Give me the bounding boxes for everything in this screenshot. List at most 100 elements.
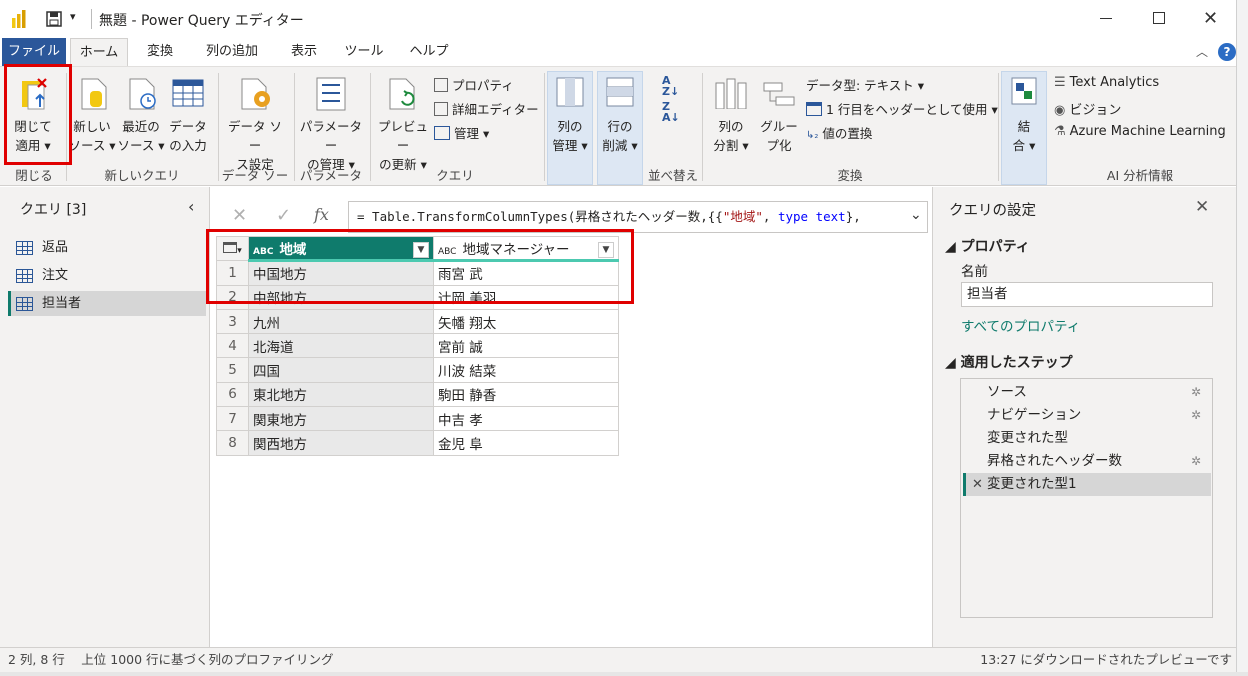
enter-data-label-1: データ xyxy=(169,119,207,134)
manage-parameters-label-1: パラメーター xyxy=(299,119,363,153)
cell-manager[interactable]: 川波 結菜 xyxy=(433,357,619,383)
tab-home[interactable]: ホーム xyxy=(70,38,128,66)
table-row: 5 四国 川波 結菜 xyxy=(216,357,619,383)
cell-manager[interactable]: 金児 阜 xyxy=(433,430,619,456)
enter-data-button[interactable]: データ の入力 xyxy=(166,117,210,155)
close-window-icon[interactable]: ✕ xyxy=(1203,8,1218,29)
delete-step-icon[interactable]: ✕ xyxy=(972,473,983,496)
group-by-label-1: グルー xyxy=(760,119,798,134)
query-name-input[interactable]: 担当者 xyxy=(961,282,1213,307)
tab-transform[interactable]: 変換 xyxy=(136,38,184,66)
group-new-query: 新しいクエリ xyxy=(104,168,180,183)
cell-region[interactable]: 関東地方 xyxy=(248,406,434,432)
quick-access-dropdown-icon[interactable]: ▾ xyxy=(70,10,76,23)
ribbon-divider xyxy=(702,73,703,181)
row-number: 7 xyxy=(216,406,249,432)
formula-text-keyword: type text xyxy=(777,209,846,224)
combine-button[interactable]: 結 合 ▾ xyxy=(1001,117,1047,155)
close-settings-icon[interactable]: ✕ xyxy=(1195,197,1209,217)
query-item-returns[interactable]: 返品 xyxy=(8,235,206,260)
tab-add-column[interactable]: 列の追加 xyxy=(196,38,268,66)
azure-ml-flask-icon: ⚗ xyxy=(1054,124,1066,139)
manage-button[interactable]: 管理 ▾ xyxy=(434,123,489,142)
save-icon[interactable] xyxy=(46,11,62,31)
step-changed-type-1[interactable]: ✕ 変更された型1 xyxy=(963,473,1211,496)
cell-region[interactable]: 四国 xyxy=(248,357,434,383)
group-transform: 変換 xyxy=(837,168,863,183)
expand-formula-icon[interactable]: ⌄ xyxy=(910,207,922,223)
cell-manager[interactable]: 矢幡 翔太 xyxy=(433,308,619,335)
collapse-queries-icon[interactable]: ‹ xyxy=(188,197,194,216)
table-icon xyxy=(16,269,33,283)
step-promoted-headers[interactable]: 昇格されたヘッダー数 ✲ xyxy=(963,450,1211,473)
background-window-edge-bottom xyxy=(0,672,1248,676)
table-row: 4 北海道 宮前 誠 xyxy=(216,333,619,359)
table-icon xyxy=(16,297,33,311)
query-item-orders[interactable]: 注文 xyxy=(8,263,206,288)
commit-formula-icon[interactable]: ✓ xyxy=(276,205,291,226)
replace-values-button[interactable]: ↳₂ 値の置換 xyxy=(806,123,872,142)
sort-descending-icon[interactable]: Z A↓ xyxy=(662,101,680,123)
row-number: 4 xyxy=(216,333,249,359)
cell-manager[interactable]: 宮前 誠 xyxy=(433,333,619,359)
vision-button[interactable]: ◉ ビジョン xyxy=(1054,99,1121,118)
applied-steps-header[interactable]: ◢ 適用したステップ xyxy=(945,352,1073,372)
gear-icon[interactable]: ✲ xyxy=(1191,404,1201,427)
help-icon[interactable]: ? xyxy=(1218,43,1236,61)
ribbon-divider xyxy=(998,73,999,181)
azure-ml-button[interactable]: ⚗ Azure Machine Learning xyxy=(1054,124,1226,139)
cell-region[interactable]: 東北地方 xyxy=(248,381,434,408)
group-close: 閉じる xyxy=(15,168,53,183)
manage-columns-label-1: 列の xyxy=(557,119,583,134)
refresh-preview-label-1: プレビュー xyxy=(377,119,428,153)
step-changed-type[interactable]: 変更された型 xyxy=(963,427,1211,450)
ribbon: 閉じて 適用 ▾ 閉じる 新しい ソース ▾ 最近の ソース ▾ データ の入力… xyxy=(0,66,1236,202)
reduce-rows-button[interactable]: 行の 削減 ▾ xyxy=(597,117,643,155)
collapse-ribbon-icon[interactable]: ︿ xyxy=(1196,43,1208,60)
use-first-row-button[interactable]: 1 行目をヘッダーとして使用 ▾ xyxy=(806,99,998,118)
properties-button[interactable]: プロパティ xyxy=(434,75,514,94)
combine-label-1: 結 xyxy=(1017,119,1031,134)
tab-tools[interactable]: ツール xyxy=(340,38,388,66)
cell-manager[interactable]: 駒田 静香 xyxy=(433,381,619,408)
manage-parameters-icon xyxy=(316,77,346,115)
group-by-button[interactable]: グルー プ化 xyxy=(756,117,802,155)
maximize-icon[interactable] xyxy=(1153,12,1165,24)
new-source-button[interactable]: 新しい ソース ▾ xyxy=(68,117,116,155)
group-ai-insights: AI 分析情報 xyxy=(1106,168,1174,183)
properties-section-header[interactable]: ◢ プロパティ xyxy=(945,236,1030,256)
status-bar: 2 列, 8 行 上位 1000 行に基づく列のプロファイリング 13:27 に… xyxy=(0,647,1236,672)
recent-sources-button[interactable]: 最近の ソース ▾ xyxy=(116,117,166,155)
refresh-preview-icon xyxy=(388,77,420,115)
row-number: 5 xyxy=(216,357,249,383)
data-type-dropdown[interactable]: データ型: テキスト ▾ xyxy=(806,75,924,94)
row-number: 3 xyxy=(216,308,249,335)
query-item-managers[interactable]: 担当者 xyxy=(8,291,206,316)
advanced-editor-button[interactable]: 詳細エディター xyxy=(434,99,539,118)
tab-view[interactable]: 表示 xyxy=(282,38,326,66)
tab-help[interactable]: ヘルプ xyxy=(402,38,456,66)
cell-manager[interactable]: 中吉 孝 xyxy=(433,406,619,432)
gear-icon[interactable]: ✲ xyxy=(1191,381,1201,404)
step-navigation[interactable]: ナビゲーション ✲ xyxy=(963,404,1211,427)
all-properties-link[interactable]: すべてのプロパティ xyxy=(961,315,1080,335)
table-row: 7 関東地方 中吉 孝 xyxy=(216,406,619,432)
cancel-formula-icon[interactable]: ✕ xyxy=(232,205,247,226)
split-column-button[interactable]: 列の 分割 ▾ xyxy=(706,117,756,155)
step-source[interactable]: ソース ✲ xyxy=(963,381,1211,404)
text-analytics-button[interactable]: ☰ Text Analytics xyxy=(1054,75,1159,90)
cell-region[interactable]: 北海道 xyxy=(248,333,434,359)
ribbon-divider xyxy=(294,73,295,181)
group-query: クエリ xyxy=(436,168,474,183)
minimize-icon[interactable] xyxy=(1100,18,1112,19)
manage-columns-button[interactable]: 列の 管理 ▾ xyxy=(547,117,593,155)
fx-icon[interactable]: fx xyxy=(314,205,329,224)
gear-icon[interactable]: ✲ xyxy=(1191,450,1201,473)
cell-region[interactable]: 九州 xyxy=(248,308,434,335)
sort-ascending-icon[interactable]: A Z↓ xyxy=(662,75,679,97)
manage-columns-label-2: 管理 ▾ xyxy=(552,138,588,153)
tab-file[interactable]: ファイル xyxy=(2,38,66,66)
recent-sources-icon xyxy=(128,77,158,115)
cell-region[interactable]: 関西地方 xyxy=(248,430,434,456)
group-by-icon xyxy=(762,81,796,113)
